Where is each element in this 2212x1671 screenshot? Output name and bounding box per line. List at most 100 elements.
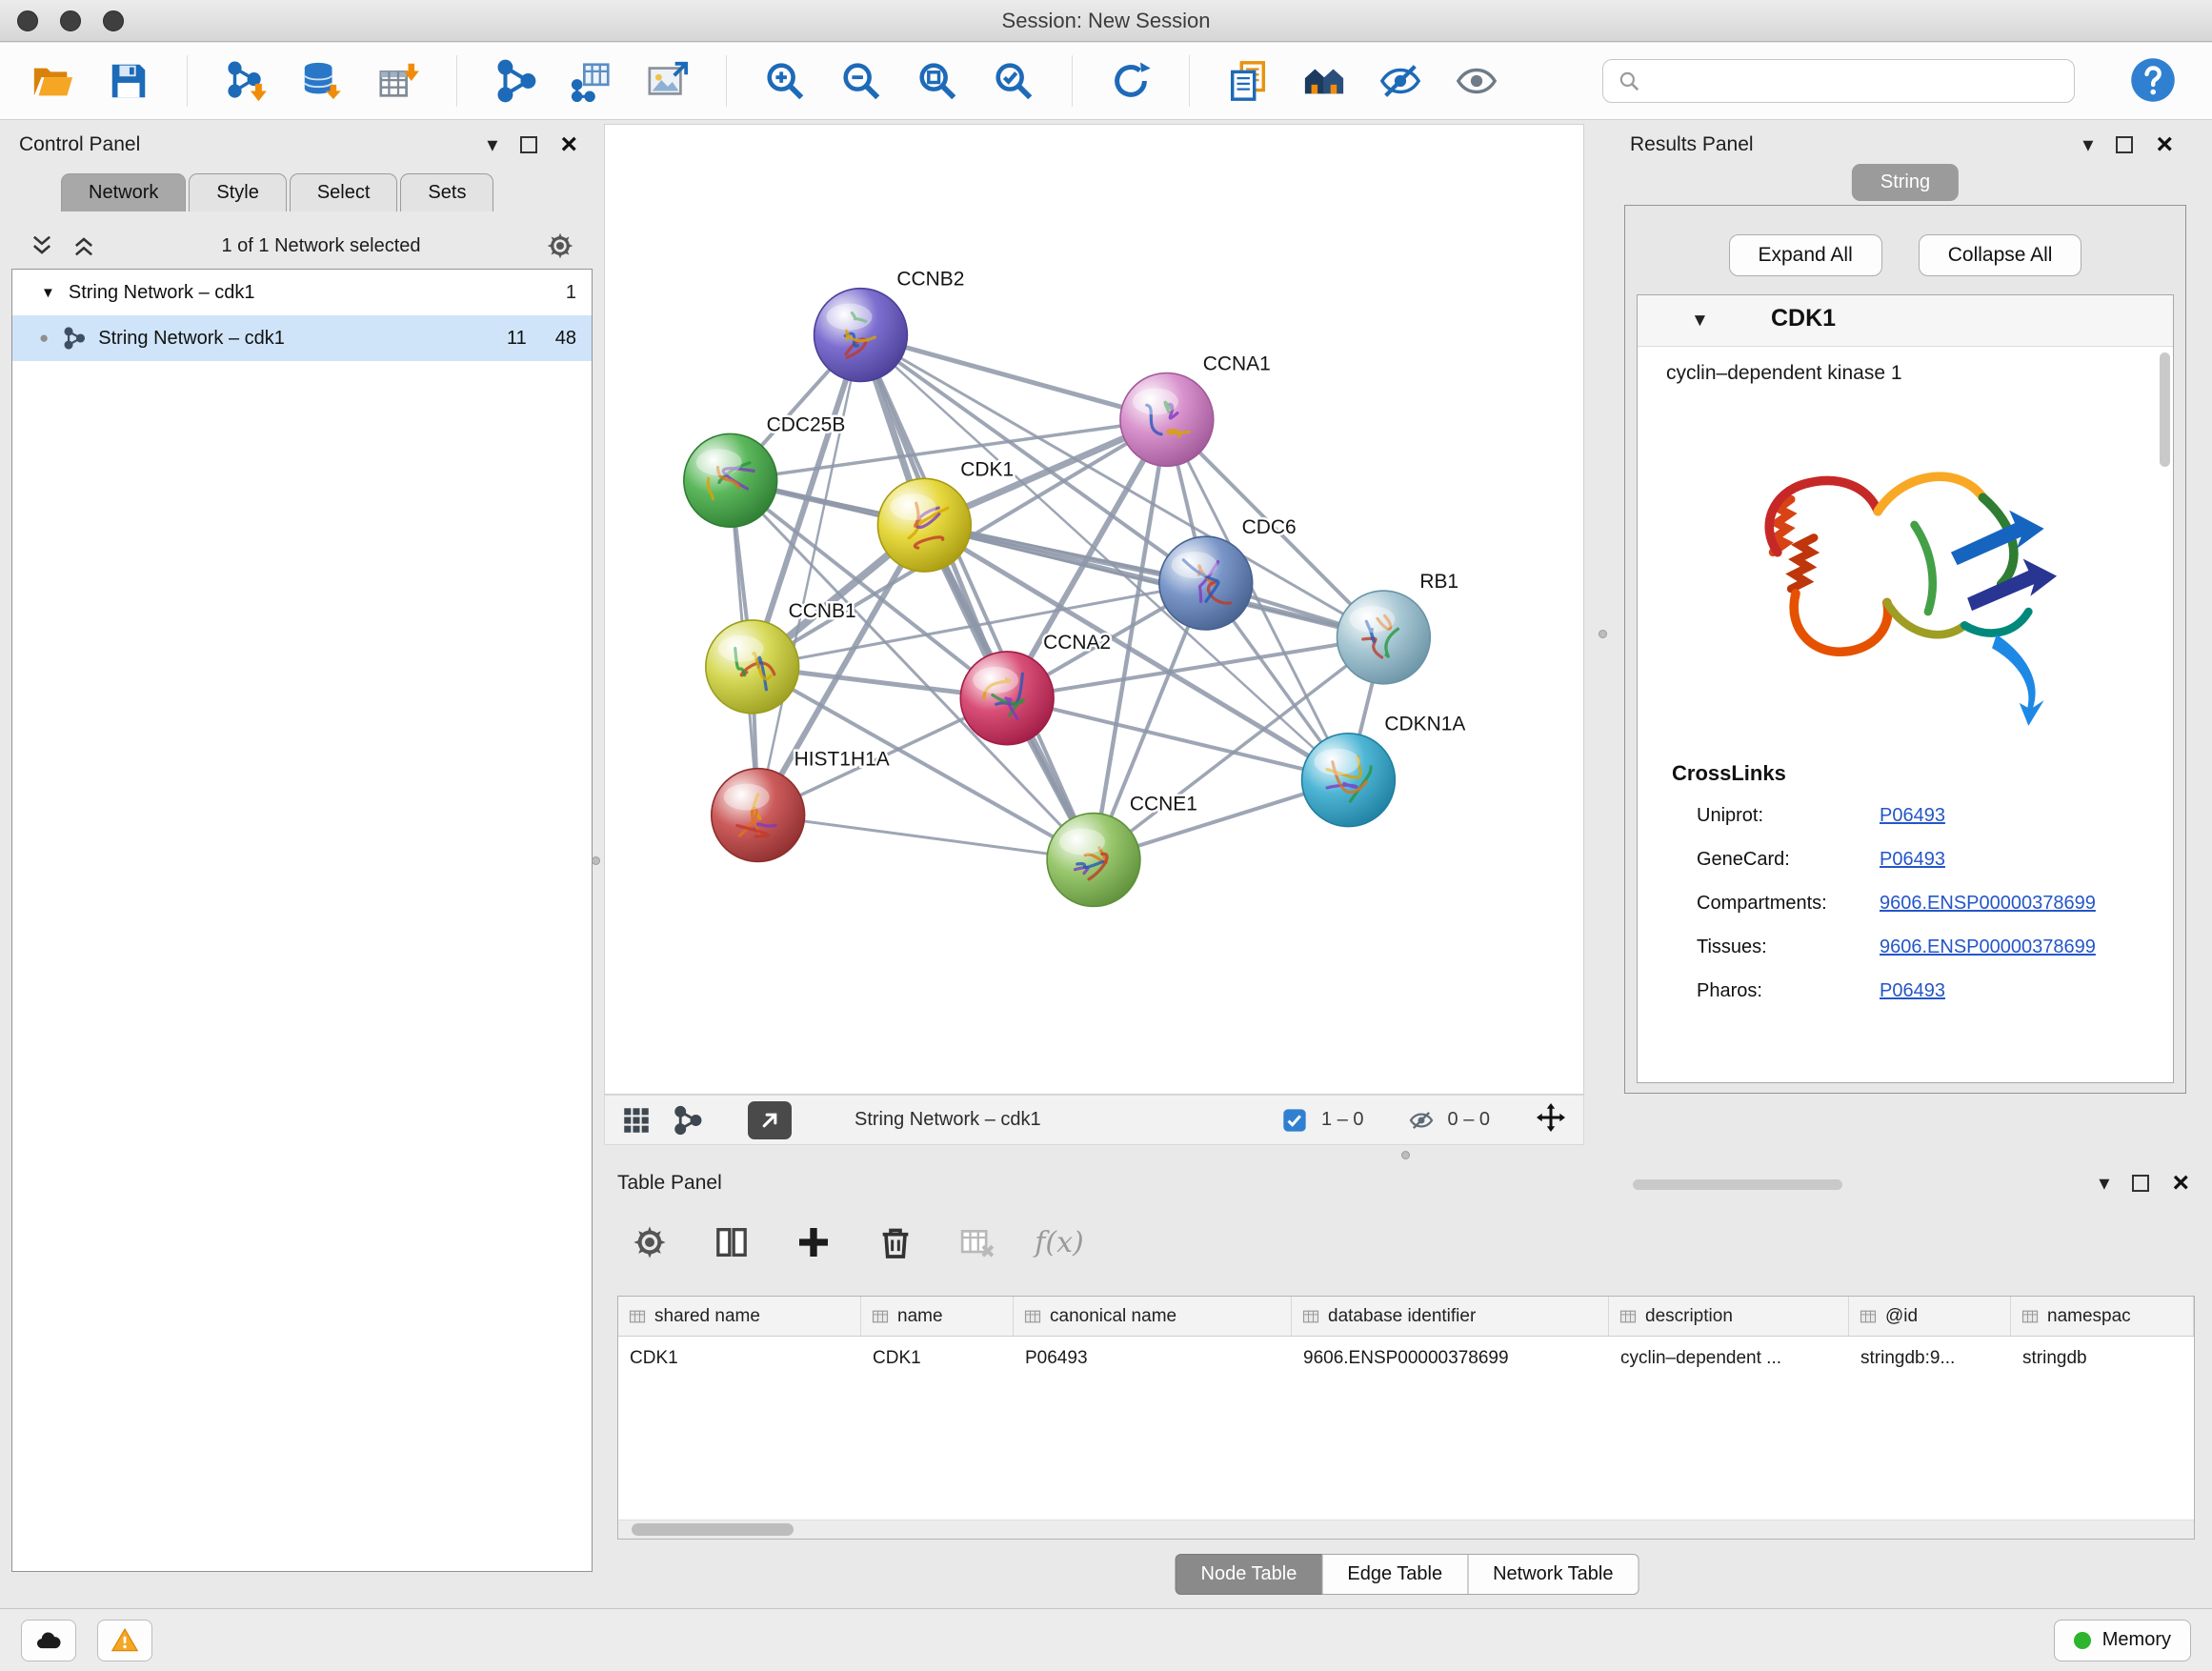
network-node-CDK1[interactable]: CDK1 bbox=[877, 458, 1014, 572]
network-share-icon[interactable] bbox=[490, 55, 541, 107]
selected-checkbox-icon[interactable] bbox=[1281, 1107, 1308, 1134]
zoom-fit-icon[interactable] bbox=[912, 55, 963, 107]
network-node-CCNB2[interactable]: CCNB2 bbox=[814, 269, 965, 382]
column-header-shared-name[interactable]: shared name bbox=[618, 1297, 861, 1336]
column-header-namespace[interactable]: namespac bbox=[2011, 1297, 2194, 1336]
open-icon[interactable] bbox=[27, 55, 78, 107]
trash-icon[interactable] bbox=[873, 1219, 918, 1265]
network-edge-CCNB2-HIST1H1A[interactable] bbox=[758, 335, 861, 815]
tab-edge-table[interactable]: Edge Table bbox=[1321, 1554, 1468, 1595]
refresh-icon[interactable] bbox=[1105, 55, 1156, 107]
results-panel-close-button[interactable]: × bbox=[2156, 131, 2173, 159]
column-header-id[interactable]: @id bbox=[1849, 1297, 2011, 1336]
hide-annotations-icon[interactable] bbox=[1375, 55, 1426, 107]
window-zoom-button[interactable] bbox=[103, 10, 124, 31]
network-edge-CCNB2-CCNE1[interactable] bbox=[860, 335, 1094, 860]
column-header-database-identifier[interactable]: database identifier bbox=[1292, 1297, 1609, 1336]
save-icon[interactable] bbox=[103, 55, 154, 107]
network-node-RB1[interactable]: RB1 bbox=[1337, 571, 1458, 684]
cell-database-identifier[interactable]: 9606.ENSP00000378699 bbox=[1292, 1337, 1609, 1380]
tab-string[interactable]: String bbox=[1852, 164, 1959, 201]
search-box[interactable] bbox=[1602, 59, 2075, 103]
genecard-link[interactable]: P06493 bbox=[1880, 849, 1945, 871]
tissues-link[interactable]: 9606.ENSP00000378699 bbox=[1880, 936, 2096, 958]
search-input[interactable] bbox=[1651, 70, 2061, 92]
tab-network[interactable]: Network bbox=[61, 173, 186, 211]
network-node-CCNB1[interactable]: CCNB1 bbox=[706, 600, 856, 714]
zoom-in-icon[interactable] bbox=[759, 55, 811, 107]
table-horizontal-scrollbar[interactable] bbox=[618, 1520, 2194, 1539]
fit-content-move-icon[interactable] bbox=[1534, 1100, 1568, 1135]
hidden-eye-slash-icon[interactable] bbox=[1408, 1107, 1435, 1134]
import-database-icon[interactable] bbox=[296, 55, 348, 107]
memory-button[interactable]: Memory bbox=[2054, 1620, 2191, 1661]
control-panel-close-button[interactable]: × bbox=[560, 131, 577, 159]
cell-namespace[interactable]: stringdb bbox=[2011, 1337, 2194, 1380]
collapse-all-networks-icon[interactable] bbox=[70, 232, 97, 259]
results-panel-menu-button[interactable]: ▾ bbox=[2082, 134, 2093, 155]
collapse-all-button[interactable]: Collapse All bbox=[1919, 234, 2082, 276]
results-panel-float-button[interactable] bbox=[2116, 136, 2133, 153]
help-button[interactable] bbox=[2126, 54, 2180, 108]
control-panel-menu-button[interactable]: ▾ bbox=[487, 134, 497, 155]
uniprot-link[interactable]: P06493 bbox=[1880, 805, 1945, 827]
gear-icon[interactable] bbox=[627, 1219, 673, 1265]
left-splitter-handle[interactable] bbox=[592, 856, 600, 865]
network-row[interactable]: ● String Network – cdk1 11 48 bbox=[12, 315, 592, 361]
birds-eye-view-icon[interactable] bbox=[620, 1104, 653, 1137]
home-icon[interactable] bbox=[1298, 55, 1350, 107]
zoom-selected-icon[interactable] bbox=[988, 55, 1039, 107]
zoom-out-icon[interactable] bbox=[835, 55, 887, 107]
expand-all-networks-icon[interactable] bbox=[29, 232, 55, 259]
warnings-button[interactable] bbox=[97, 1620, 152, 1661]
cloud-button[interactable] bbox=[21, 1620, 76, 1661]
copy-icon[interactable] bbox=[1222, 55, 1274, 107]
network-edge-CDK1-RB1[interactable] bbox=[924, 525, 1383, 637]
column-header-name[interactable]: name bbox=[861, 1297, 1014, 1336]
expand-all-button[interactable]: Expand All bbox=[1729, 234, 1882, 276]
network-share-icon[interactable] bbox=[672, 1104, 704, 1137]
network-node-HIST1H1A[interactable]: HIST1H1A bbox=[712, 749, 890, 862]
window-minimize-button[interactable] bbox=[60, 10, 81, 31]
cell-id[interactable]: stringdb:9... bbox=[1849, 1337, 2011, 1380]
table-panel-menu-button[interactable]: ▾ bbox=[2099, 1173, 2109, 1194]
tab-select[interactable]: Select bbox=[290, 173, 398, 211]
image-export-icon[interactable] bbox=[642, 55, 694, 107]
plus-icon[interactable] bbox=[791, 1219, 836, 1265]
window-close-button[interactable] bbox=[17, 10, 38, 31]
network-canvas[interactable]: CCNB2CCNA1CDC25BCDK1CDC6RB1CCNB1CCNA2CDK… bbox=[605, 125, 1583, 1094]
tree-expander-icon[interactable]: ▼ bbox=[41, 285, 55, 301]
table-row[interactable]: CDK1 CDK1 P06493 9606.ENSP00000378699 cy… bbox=[618, 1337, 2194, 1380]
tab-node-table[interactable]: Node Table bbox=[1176, 1554, 1323, 1595]
network-node-CDKN1A[interactable]: CDKN1A bbox=[1302, 714, 1466, 827]
export-view-button[interactable] bbox=[748, 1101, 792, 1139]
import-network-icon[interactable] bbox=[220, 55, 271, 107]
import-table-icon[interactable] bbox=[372, 55, 424, 107]
column-header-canonical-name[interactable]: canonical name bbox=[1014, 1297, 1292, 1336]
network-node-CDC25B[interactable]: CDC25B bbox=[684, 413, 845, 527]
table-delete-icon[interactable] bbox=[955, 1219, 1000, 1265]
gene-card-expander-icon[interactable]: ▼ bbox=[1691, 311, 1709, 332]
column-header-description[interactable]: description bbox=[1609, 1297, 1849, 1336]
gene-card-header[interactable]: ▼ CDK1 bbox=[1638, 295, 2173, 347]
control-panel-float-button[interactable] bbox=[520, 136, 537, 153]
columns-icon[interactable] bbox=[709, 1219, 754, 1265]
tab-sets[interactable]: Sets bbox=[400, 173, 493, 211]
compartments-link[interactable]: 9606.ENSP00000378699 bbox=[1880, 893, 2096, 915]
results-vertical-scrollbar[interactable] bbox=[2160, 352, 2170, 467]
pharos-link[interactable]: P06493 bbox=[1880, 980, 1945, 1002]
network-node-CCNA1[interactable]: CCNA1 bbox=[1120, 352, 1271, 466]
tab-style[interactable]: Style bbox=[189, 173, 286, 211]
table-panel-close-button[interactable]: × bbox=[2172, 1169, 2189, 1198]
network-edge-HIST1H1A-CCNE1[interactable] bbox=[758, 815, 1094, 860]
cell-name[interactable]: CDK1 bbox=[861, 1337, 1014, 1380]
network-table-icon[interactable] bbox=[566, 55, 617, 107]
cell-canonical-name[interactable]: P06493 bbox=[1014, 1337, 1292, 1380]
cell-shared-name[interactable]: CDK1 bbox=[618, 1337, 861, 1380]
table-scrollbar-thumb[interactable] bbox=[632, 1523, 794, 1536]
table-panel-float-button[interactable] bbox=[2132, 1175, 2149, 1192]
tab-network-table[interactable]: Network Table bbox=[1467, 1554, 1639, 1595]
cell-description[interactable]: cyclin–dependent ... bbox=[1609, 1337, 1849, 1380]
network-collection-row[interactable]: ▼ String Network – cdk1 1 bbox=[12, 270, 592, 315]
horizontal-splitter-handle[interactable] bbox=[1401, 1151, 1410, 1159]
